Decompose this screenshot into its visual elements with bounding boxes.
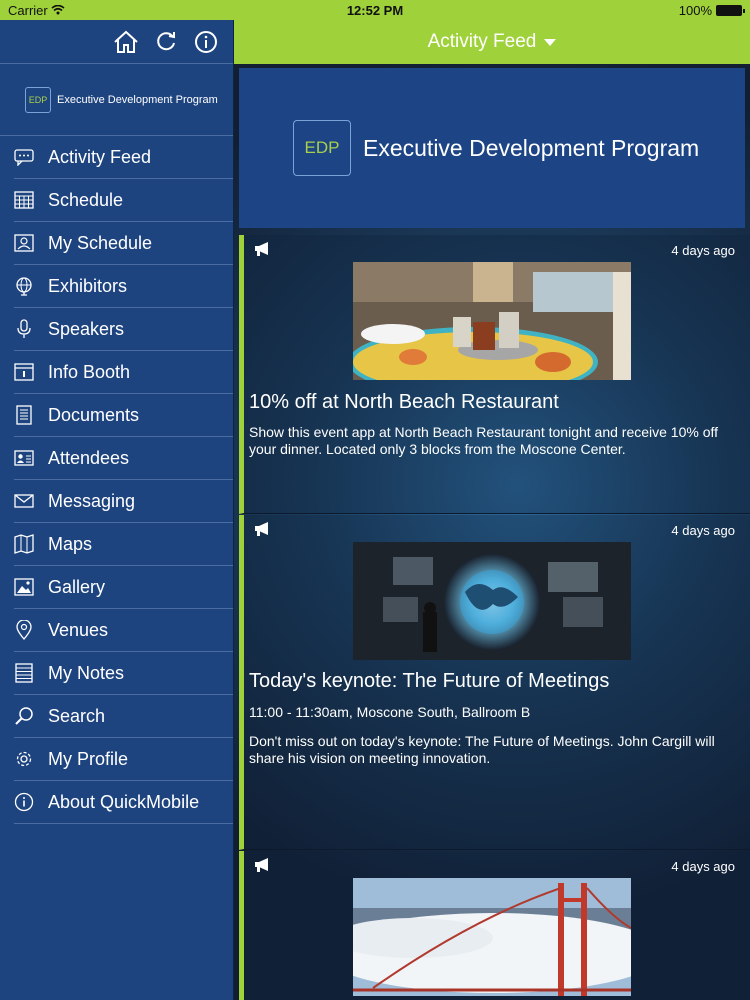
feed-item-time: 4 days ago bbox=[671, 523, 735, 538]
edp-logo: EDP bbox=[25, 86, 51, 113]
sidebar-item-label: Speakers bbox=[48, 318, 125, 339]
feed-item-title: 10% off at North Beach Restaurant bbox=[249, 391, 559, 413]
sidebar-item-messaging[interactable]: Messaging bbox=[14, 480, 233, 523]
sidebar-item-label: Maps bbox=[48, 533, 93, 554]
refresh-icon[interactable] bbox=[153, 29, 179, 55]
feed-item-body: Don't miss out on today's keynote: The F… bbox=[249, 733, 715, 766]
sidebar-item-label: Documents bbox=[48, 404, 140, 425]
person-calendar-icon bbox=[14, 233, 34, 253]
map-icon bbox=[14, 534, 34, 554]
sidebar-item-my-profile[interactable]: My Profile bbox=[14, 738, 233, 781]
golden-gate-photo bbox=[353, 878, 631, 996]
header-title-dropdown[interactable]: Activity Feed bbox=[234, 20, 750, 64]
sidebar: EDP Executive Development Program Activi… bbox=[0, 20, 234, 1000]
sidebar-item-label: Venues bbox=[48, 619, 109, 640]
sidebar-item-gallery[interactable]: Gallery bbox=[14, 566, 233, 609]
brand-name: Executive Development Program bbox=[57, 93, 218, 106]
envelope-icon bbox=[14, 491, 34, 511]
sidebar-menu: Activity Feed Schedule My Schedule Exhib… bbox=[0, 136, 233, 824]
restaurant-photo bbox=[353, 262, 631, 380]
clock: 12:52 PM bbox=[346, 2, 404, 18]
sidebar-item-label: Attendees bbox=[48, 447, 130, 468]
image-icon bbox=[14, 577, 34, 597]
booth-icon bbox=[14, 362, 34, 382]
sidebar-brand: EDP Executive Development Program bbox=[0, 64, 233, 136]
edp-logo: EDP bbox=[293, 120, 351, 176]
gear-icon bbox=[14, 749, 34, 769]
sidebar-item-label: Schedule bbox=[48, 189, 124, 210]
event-banner: EDP Executive Development Program bbox=[239, 68, 745, 228]
sidebar-item-label: Exhibitors bbox=[48, 275, 128, 296]
sidebar-item-label: Messaging bbox=[48, 490, 136, 511]
sidebar-item-maps[interactable]: Maps bbox=[14, 523, 233, 566]
sidebar-item-my-schedule[interactable]: My Schedule bbox=[14, 222, 233, 265]
sidebar-item-exhibitors[interactable]: Exhibitors bbox=[14, 265, 233, 308]
document-icon bbox=[14, 405, 34, 425]
wifi-icon bbox=[51, 3, 65, 18]
sidebar-item-venues[interactable]: Venues bbox=[14, 609, 233, 652]
feed-item-body: Show this event app at North Beach Resta… bbox=[249, 424, 719, 457]
id-card-icon bbox=[14, 448, 34, 468]
status-bar: Carrier 12:52 PM 100% bbox=[0, 0, 750, 20]
keynote-photo bbox=[353, 542, 631, 660]
feed-item-time: 4 days ago bbox=[671, 859, 735, 874]
info-icon bbox=[14, 792, 34, 812]
carrier-label: Carrier bbox=[8, 3, 65, 18]
chevron-down-icon bbox=[544, 38, 557, 46]
sidebar-item-speakers[interactable]: Speakers bbox=[14, 308, 233, 351]
sidebar-item-label: My Profile bbox=[48, 748, 129, 769]
feed-item-meta: 11:00 - 11:30am, Moscone South, Ballroom… bbox=[249, 704, 531, 720]
sidebar-item-label: Info Booth bbox=[48, 361, 131, 382]
feed-item[interactable]: 4 days ago Today's keynote: The Future o… bbox=[239, 515, 750, 850]
feed-item[interactable]: 4 days ago 10% off at North Beach Restau… bbox=[239, 235, 750, 514]
sidebar-item-label: About QuickMobile bbox=[48, 791, 200, 812]
sidebar-item-search[interactable]: Search bbox=[14, 695, 233, 738]
sidebar-item-activity-feed[interactable]: Activity Feed bbox=[14, 136, 233, 179]
globe-icon bbox=[14, 276, 34, 296]
sidebar-item-schedule[interactable]: Schedule bbox=[14, 179, 233, 222]
banner-title: Executive Development Program bbox=[363, 134, 700, 161]
sidebar-item-attendees[interactable]: Attendees bbox=[14, 437, 233, 480]
home-icon[interactable] bbox=[113, 29, 139, 55]
megaphone-icon bbox=[254, 857, 272, 878]
feed-item[interactable]: 4 days ago bbox=[239, 851, 750, 1000]
megaphone-icon bbox=[254, 241, 272, 262]
sidebar-item-label: My Schedule bbox=[48, 232, 153, 253]
feed-item-time: 4 days ago bbox=[671, 243, 735, 258]
notes-icon bbox=[14, 663, 34, 683]
sidebar-item-my-notes[interactable]: My Notes bbox=[14, 652, 233, 695]
sidebar-item-label: Search bbox=[48, 705, 106, 726]
megaphone-icon bbox=[254, 521, 272, 542]
battery-percent: 100% bbox=[678, 2, 712, 18]
chat-bubble-icon bbox=[14, 147, 34, 167]
battery-icon bbox=[716, 4, 745, 16]
calendar-icon bbox=[14, 190, 34, 210]
search-icon bbox=[14, 706, 34, 726]
activity-feed: EDP Executive Development Program 4 days… bbox=[234, 64, 750, 1000]
location-pin-icon bbox=[14, 620, 34, 640]
sidebar-item-label: Gallery bbox=[48, 576, 106, 597]
page-title: Activity Feed bbox=[427, 31, 537, 52]
microphone-icon bbox=[14, 319, 34, 339]
feed-item-title: Today's keynote: The Future of Meetings bbox=[249, 670, 610, 692]
sidebar-item-label: My Notes bbox=[48, 662, 125, 683]
info-icon[interactable] bbox=[193, 29, 219, 55]
sidebar-item-documents[interactable]: Documents bbox=[14, 394, 233, 437]
sidebar-item-about-quickmobile[interactable]: About QuickMobile bbox=[14, 781, 233, 824]
sidebar-item-info-booth[interactable]: Info Booth bbox=[14, 351, 233, 394]
sidebar-toolbar bbox=[0, 20, 233, 64]
sidebar-item-label: Activity Feed bbox=[48, 146, 152, 167]
